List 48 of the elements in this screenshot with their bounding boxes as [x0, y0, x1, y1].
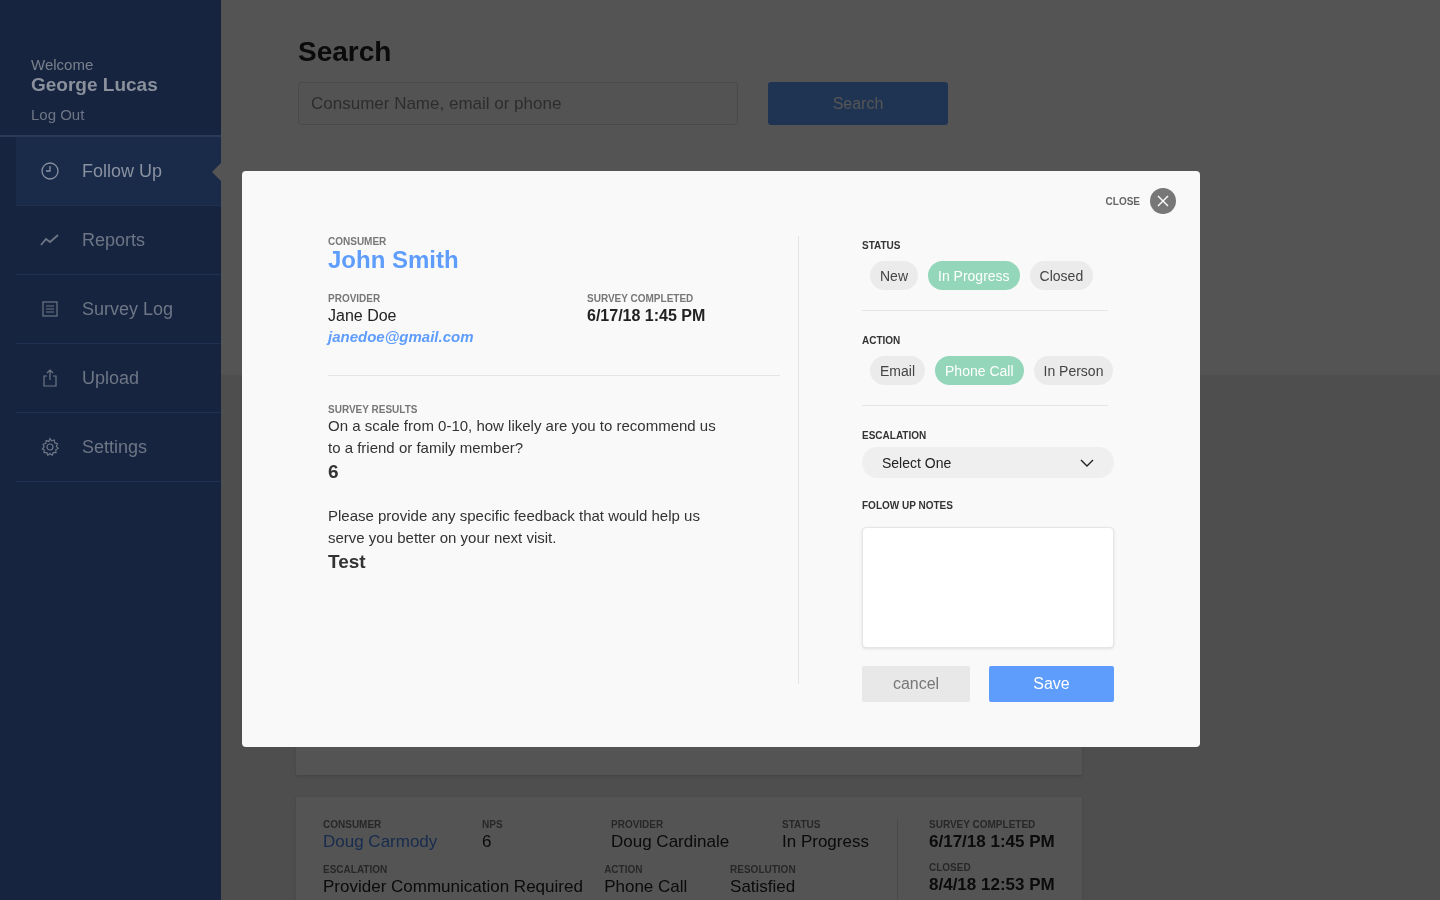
status-chip[interactable]: Closed — [1029, 261, 1094, 290]
upload-icon — [40, 368, 60, 388]
survey-question: Please provide any specific feedback that would help us serve you better on your next visit. — [328, 506, 701, 549]
chevron-down-icon — [1080, 458, 1094, 467]
nav-item[interactable]: Follow Up — [16, 137, 221, 206]
field-value: 6/17/18 1:45 PM — [929, 832, 1056, 852]
field-label: PROVIDER — [328, 293, 382, 305]
survey-answer: Test — [328, 551, 367, 574]
field-value: Phone Call — [604, 877, 689, 897]
list-icon — [40, 299, 60, 319]
logout-link[interactable]: Log Out — [31, 106, 190, 123]
survey-date: 6/17/18 1:45 PM — [587, 307, 707, 326]
field-label: SURVEY COMPLETED — [587, 293, 695, 305]
action-chip[interactable]: Email — [870, 356, 925, 385]
email-link[interactable]: janedoe@gmail.com — [328, 328, 587, 346]
field-label: STATUS — [862, 240, 902, 251]
clock-icon — [40, 161, 60, 181]
action-chip[interactable]: In Person — [1033, 356, 1114, 385]
settings-icon — [40, 437, 60, 457]
status-chip[interactable]: New — [870, 261, 918, 290]
cancel-button[interactable]: cancel — [862, 666, 970, 702]
field-label: ESCALATION — [862, 430, 928, 441]
field-value: Doug Cardinale — [611, 832, 731, 852]
field-value: 6 — [482, 832, 493, 852]
survey-question: On a scale from 0-10, how likely are you to recommend us to a friend or family member? — [328, 416, 717, 459]
field-value: In Progress — [782, 832, 870, 852]
field-label: ACTION — [862, 335, 902, 346]
welcome-text: Welcome — [31, 56, 95, 73]
provider-name: Jane Doe — [328, 307, 398, 326]
save-button[interactable]: Save — [989, 666, 1114, 702]
close-label: CLOSE — [1105, 195, 1140, 207]
field-label: CONSUMER — [328, 236, 388, 247]
field-value: 8/4/18 12:53 PM — [929, 875, 1056, 895]
escalation-dropdown[interactable]: Select One — [862, 447, 1114, 478]
user-name: George Lucas — [31, 74, 159, 96]
field-value: Satisfied — [730, 877, 797, 897]
notes-field[interactable] — [862, 527, 1114, 648]
field-label: FOLOW UP NOTES — [862, 500, 954, 511]
field-label: SURVEY RESULTS — [328, 404, 419, 416]
nav-item[interactable]: Settings — [16, 413, 221, 482]
close-button[interactable] — [1150, 188, 1176, 214]
page-title: Search — [298, 36, 393, 68]
survey-answer: 6 — [328, 461, 340, 484]
consumer-link[interactable]: Doug Carmody — [323, 832, 482, 852]
nav-item[interactable]: Upload — [16, 344, 221, 413]
consumer-name: John Smith — [328, 247, 460, 274]
field-value: Provider Communication Required — [323, 877, 584, 897]
close-icon — [1156, 194, 1170, 208]
